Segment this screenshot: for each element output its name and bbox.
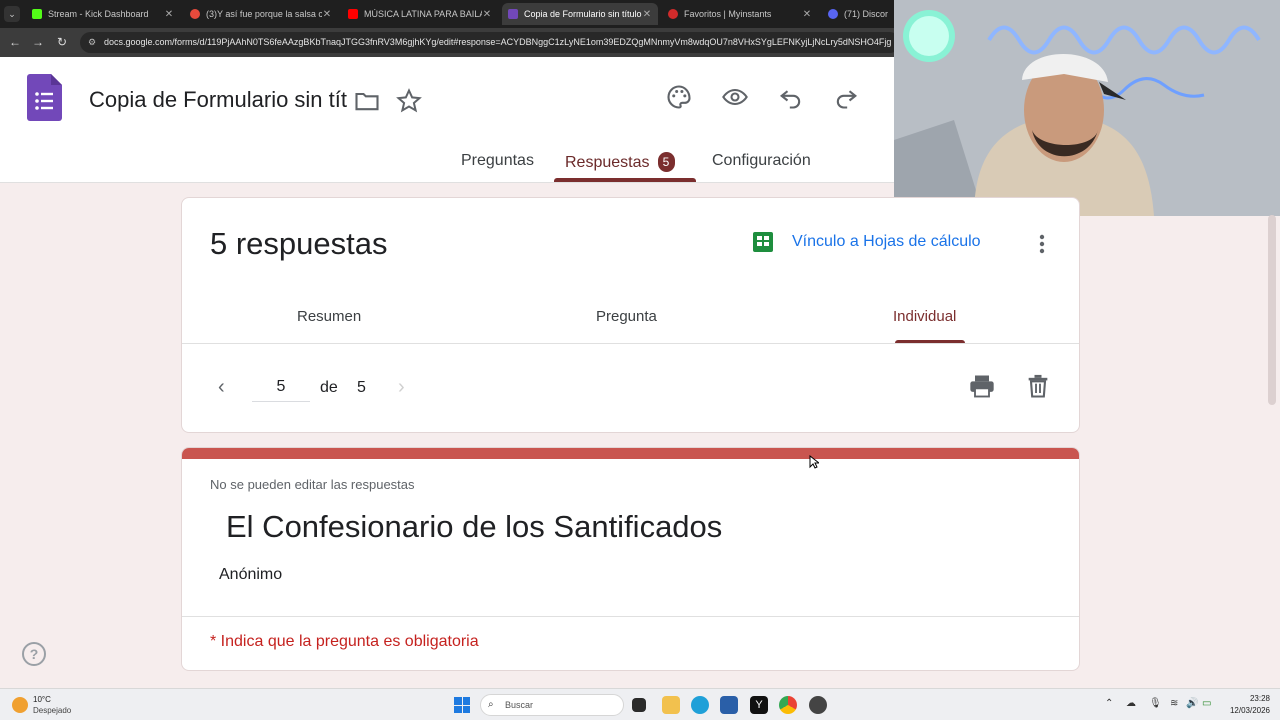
response-pager: ‹ 5 de 5 › — [182, 368, 1079, 408]
next-response-icon[interactable]: › — [398, 376, 405, 399]
pager-of-label: de — [320, 379, 338, 396]
browser-tab-myinstants[interactable]: Favoritos | Myinstants ✕ — [662, 3, 818, 25]
google-sheets-icon — [753, 232, 773, 252]
clock-date[interactable]: 12/03/2026 — [1222, 706, 1270, 715]
discord-favicon-icon — [828, 9, 838, 19]
tab-close-icon[interactable]: ✕ — [164, 9, 174, 20]
microphone-icon[interactable]: 🎙 — [1149, 698, 1162, 709]
chrome-icon[interactable] — [779, 696, 797, 714]
page-scrollbar[interactable] — [1268, 215, 1276, 405]
tab-title: Stream - Kick Dashboard — [48, 9, 149, 19]
tab-question[interactable]: Pregunta — [596, 308, 657, 325]
webcam-image — [894, 0, 1280, 216]
google-forms-logo-icon[interactable] — [27, 74, 62, 121]
previous-response-icon[interactable]: ‹ — [218, 376, 225, 399]
battery-icon[interactable]: ▭ — [1202, 698, 1211, 709]
webcam-overlay — [894, 0, 1280, 216]
volume-icon[interactable]: 🔊 — [1186, 698, 1198, 709]
responses-summary-card: 5 respuestas Vínculo a Hojas de cálculo … — [181, 197, 1080, 433]
print-icon[interactable] — [968, 372, 996, 400]
star-icon[interactable] — [395, 87, 423, 115]
forms-favicon-icon — [508, 9, 518, 19]
form-title: El Confesionario de los Santificados — [226, 509, 723, 544]
active-tab-indicator — [554, 178, 696, 182]
onedrive-icon[interactable]: ☁ — [1126, 698, 1136, 709]
windows-start-icon[interactable] — [454, 697, 470, 713]
responses-view-tabs: Resumen Pregunta Individual — [182, 294, 1079, 344]
tab-individual[interactable]: Individual — [893, 308, 956, 325]
edge-browser-icon[interactable] — [691, 696, 709, 714]
delete-trash-icon[interactable] — [1024, 372, 1052, 400]
kick-favicon-icon — [32, 9, 42, 19]
individual-response-card: No se pueden editar las respuestas El Co… — [181, 447, 1080, 671]
tab-responses[interactable]: Respuestas 5 — [565, 152, 675, 172]
search-icon: ⌕ — [488, 699, 494, 710]
more-options-icon[interactable] — [1034, 232, 1050, 256]
forward-arrow-icon[interactable]: → — [31, 35, 45, 49]
tray-chevron-icon[interactable]: ⌃ — [1105, 698, 1113, 709]
windows-taskbar: 10°C Despejado ⌕ Buscar Y ⌃ ☁ 🎙 ≋ 🔊 ▭ 23… — [0, 688, 1280, 720]
weather-temperature: 10°C — [33, 695, 51, 704]
browser-tab-salsa[interactable]: (3)Y así fue porque la salsa cale ✕ — [184, 3, 338, 25]
respondent-label: Anónimo — [219, 566, 283, 583]
help-icon[interactable]: ? — [22, 642, 46, 666]
reload-icon[interactable]: ↻ — [55, 35, 69, 49]
responses-count-badge: 5 — [657, 152, 675, 172]
mouse-cursor-icon — [809, 455, 819, 469]
response-number-input[interactable]: 5 — [252, 372, 310, 402]
wifi-icon[interactable]: ≋ — [1170, 698, 1178, 709]
preview-eye-icon[interactable] — [721, 83, 749, 111]
task-view-icon[interactable] — [632, 698, 646, 712]
sheets-link-label: Vínculo a Hojas de cálculo — [792, 233, 981, 250]
browser-tab-kick[interactable]: Stream - Kick Dashboard ✕ — [26, 3, 180, 25]
folder-icon[interactable] — [353, 87, 381, 115]
tab-settings[interactable]: Configuración — [712, 152, 811, 170]
tab-close-icon[interactable]: ✕ — [802, 9, 812, 20]
active-subtab-indicator — [895, 340, 965, 343]
tab-questions[interactable]: Preguntas — [461, 152, 534, 170]
search-placeholder: Buscar — [505, 700, 534, 710]
address-bar[interactable]: ⚙ docs.google.com/forms/d/119PjAAhN0TS6f… — [80, 32, 900, 53]
tab-favicon-icon — [190, 9, 200, 19]
palette-icon[interactable] — [665, 83, 693, 111]
weather-moon-icon[interactable] — [12, 697, 28, 713]
tab-close-icon[interactable]: ✕ — [482, 9, 492, 20]
obs-icon[interactable] — [809, 696, 827, 714]
taskbar-search-input[interactable]: ⌕ Buscar — [480, 694, 624, 716]
tab-title: Favoritos | Myinstants — [684, 9, 772, 19]
store-icon[interactable] — [720, 696, 738, 714]
y-app-icon[interactable]: Y — [750, 696, 768, 714]
tab-summary[interactable]: Resumen — [297, 308, 361, 325]
tab-title: MÚSICA LATINA PARA BAILAR — [364, 9, 482, 19]
clock-time[interactable]: 23:28 — [1240, 694, 1270, 703]
weather-description: Despejado — [33, 706, 72, 715]
document-title[interactable]: Copia de Formulario sin títu — [89, 87, 347, 113]
browser-tab-discord[interactable]: (71) Discord | A — [822, 3, 894, 25]
no-edit-notice: No se pueden editar las respuestas — [210, 477, 415, 492]
tab-title: (71) Discord | A — [844, 9, 888, 19]
browser-tab-forms[interactable]: Copia de Formulario sin título ✕ — [502, 3, 658, 25]
tab-title: (3)Y así fue porque la salsa cale — [206, 9, 322, 19]
url-text: docs.google.com/forms/d/119PjAAhN0TS6feA… — [104, 37, 892, 47]
myinstants-favicon-icon — [668, 9, 678, 19]
tab-close-icon[interactable]: ✕ — [642, 9, 652, 20]
tab-close-icon[interactable]: ✕ — [322, 9, 332, 20]
file-explorer-icon[interactable] — [662, 696, 680, 714]
responses-count: 5 respuestas — [210, 226, 388, 261]
sheets-link-button[interactable]: Vínculo a Hojas de cálculo — [752, 231, 981, 253]
divider — [182, 616, 1079, 617]
tab-title: Copia de Formulario sin título — [524, 9, 642, 19]
form-color-bar — [182, 448, 1079, 459]
redo-icon[interactable] — [832, 83, 860, 111]
browser-tab-youtube[interactable]: MÚSICA LATINA PARA BAILAR ✕ — [342, 3, 498, 25]
tab-search-button[interactable]: ⌄ — [4, 6, 20, 22]
tab-responses-label: Respuestas — [565, 154, 650, 171]
required-notice: * Indica que la pregunta es obligatoria — [210, 633, 479, 650]
youtube-favicon-icon — [348, 9, 358, 19]
undo-icon[interactable] — [777, 83, 805, 111]
back-arrow-icon[interactable]: ← — [8, 35, 22, 49]
pager-total: 5 — [357, 379, 366, 396]
site-info-icon[interactable]: ⚙ — [88, 32, 96, 53]
